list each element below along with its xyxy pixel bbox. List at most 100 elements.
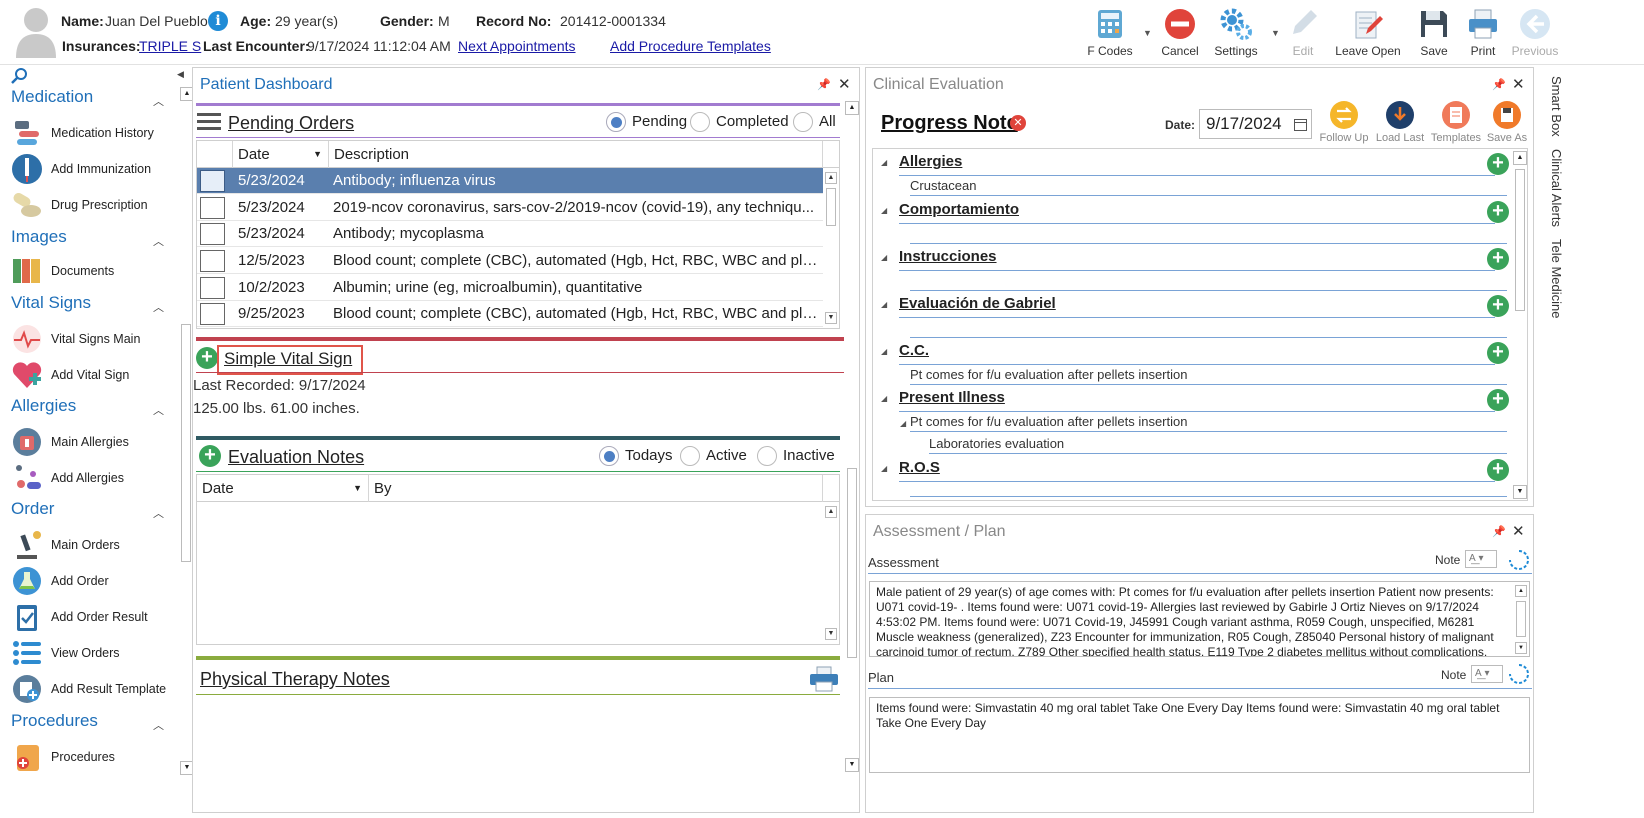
close-icon[interactable]: ✕ <box>838 75 851 93</box>
table-row[interactable]: 9/25/2023 Blood count; complete (CBC), a… <box>197 301 823 327</box>
nav-item-procedures[interactable]: Procedures <box>11 741 181 775</box>
scroll-up-arrow[interactable]: ▲ <box>825 172 837 184</box>
section-title[interactable]: Comportamiento <box>899 201 1019 218</box>
tree-scrollbar-thumb[interactable] <box>1515 169 1525 311</box>
pin-icon[interactable]: 📌 <box>817 78 831 91</box>
evaluation-notes-title[interactable]: Evaluation Notes <box>228 447 364 468</box>
nav-section-procedures[interactable]: Procedures <box>11 711 98 731</box>
close-icon[interactable]: ✕ <box>1512 75 1525 93</box>
tree-scroll-down-arrow[interactable]: ▼ <box>1513 485 1527 499</box>
pin-icon[interactable]: 📌 <box>1492 78 1506 91</box>
row-checkbox[interactable] <box>200 170 225 192</box>
expand-triangle-icon[interactable]: ◢ <box>881 464 887 473</box>
settings-button[interactable]: Settings <box>1203 4 1269 60</box>
assessment-scroll-up-arrow[interactable]: ▲ <box>1515 585 1527 597</box>
sort-caret-icon[interactable]: ▼ <box>353 475 362 502</box>
nav-item-documents[interactable]: Documents <box>11 255 181 289</box>
physical-therapy-title[interactable]: Physical Therapy Notes <box>200 669 390 690</box>
chevron-up-icon[interactable]: ︿ <box>153 402 164 418</box>
assessment-textarea[interactable]: Male patient of 29 year(s) of age comes … <box>869 581 1530 657</box>
nav-section-order[interactable]: Order <box>11 499 54 519</box>
add-section-item-button[interactable]: + <box>1487 389 1509 411</box>
row-checkbox[interactable] <box>200 303 225 325</box>
insurance-link[interactable]: TRIPLE S <box>139 38 201 54</box>
collapse-nav-icon[interactable]: ◀ <box>177 69 184 80</box>
chevron-up-icon[interactable]: ︿ <box>153 717 164 733</box>
nav-item-view-orders[interactable]: View Orders <box>11 637 181 671</box>
simple-vital-sign-title[interactable]: Simple Vital Sign <box>224 349 352 369</box>
scrollbar-thumb[interactable] <box>826 188 836 226</box>
nav-item-add-order[interactable]: Add Order <box>11 565 181 599</box>
nav-item-add-result-template[interactable]: Add Result Template <box>11 673 181 707</box>
calendar-icon[interactable] <box>1294 118 1307 131</box>
section-title[interactable]: C.C. <box>899 342 929 359</box>
grid-scrollbar[interactable]: ▲ ▼ <box>823 168 839 328</box>
add-section-item-button[interactable]: + <box>1487 342 1509 364</box>
fcodes-button[interactable]: F Codes <box>1077 4 1143 60</box>
row-checkbox[interactable] <box>200 223 225 245</box>
nav-section-vital-signs[interactable]: Vital Signs <box>11 293 91 313</box>
add-vital-sign-button[interactable]: + <box>196 347 218 369</box>
row-checkbox[interactable] <box>200 277 225 299</box>
pin-icon[interactable]: 📌 <box>1492 525 1506 538</box>
edit-button[interactable]: Edit <box>1270 4 1336 60</box>
previous-button[interactable]: Previous <box>1502 4 1568 60</box>
pending-orders-title[interactable]: Pending Orders <box>228 113 354 134</box>
date-column-header[interactable]: Date ▼ <box>197 475 369 502</box>
nav-item-drug-prescription[interactable]: Drug Prescription <box>11 189 181 223</box>
section-title[interactable]: R.O.S <box>899 459 940 476</box>
add-section-item-button[interactable]: + <box>1487 153 1509 175</box>
nav-item-add-allergies[interactable]: Add Allergies <box>11 462 181 496</box>
expand-triangle-icon[interactable]: ◢ <box>881 347 887 356</box>
plan-textarea[interactable]: Items found were: Simvastatin 40 mg oral… <box>869 697 1530 773</box>
add-evaluation-note-button[interactable]: + <box>199 445 221 467</box>
remove-note-icon[interactable]: ✕ <box>1010 115 1026 131</box>
table-row[interactable]: 5/23/2024 Antibody; mycoplasma <box>197 221 823 247</box>
dashboard-scroll-up-arrow[interactable]: ▲ <box>845 101 859 115</box>
description-column-header[interactable]: Description <box>329 141 823 168</box>
section-title[interactable]: Allergies <box>899 153 962 170</box>
progress-note-title[interactable]: Progress Note <box>881 112 1018 135</box>
tab-tele-medicine[interactable]: Tele Medicine <box>1549 239 1564 319</box>
scroll-down-arrow[interactable]: ▼ <box>825 628 837 640</box>
add-section-item-button[interactable]: + <box>1487 201 1509 223</box>
nav-item-add-vital-sign[interactable]: Add Vital Sign <box>11 359 181 393</box>
nav-item-vital-signs-main[interactable]: Vital Signs Main <box>11 323 181 357</box>
leave-open-button[interactable]: Leave Open <box>1335 4 1401 60</box>
chevron-up-icon[interactable]: ︿ <box>153 93 164 109</box>
close-icon[interactable]: ✕ <box>1512 522 1525 540</box>
search-icon[interactable] <box>11 67 29 85</box>
plan-format-dropdown[interactable]: A͟ ▾ <box>1471 665 1503 683</box>
info-icon[interactable]: i <box>208 11 228 31</box>
nav-item-add-order-result[interactable]: Add Order Result <box>11 601 181 635</box>
chevron-up-icon[interactable]: ︿ <box>153 299 164 315</box>
note-format-dropdown[interactable]: A͟ ▾ <box>1465 550 1497 568</box>
next-appointments-link[interactable]: Next Appointments <box>458 38 576 54</box>
scroll-up-arrow[interactable]: ▲ <box>825 506 837 518</box>
row-checkbox[interactable] <box>200 250 225 272</box>
sort-caret-icon[interactable]: ▼ <box>313 141 322 168</box>
grid-scrollbar[interactable]: ▲ ▼ <box>823 502 839 644</box>
save-as-button[interactable]: Save As <box>1477 100 1537 144</box>
follow-up-button[interactable]: Follow Up <box>1314 100 1374 144</box>
nav-item-add-immunization[interactable]: Add Immunization <box>11 153 181 187</box>
expand-triangle-icon[interactable]: ◢ <box>881 158 887 167</box>
date-field[interactable]: 9/17/2024 <box>1199 109 1312 139</box>
chevron-up-icon[interactable]: ︿ <box>153 505 164 521</box>
expand-triangle-icon[interactable]: ◢ <box>881 394 887 403</box>
refresh-icon[interactable] <box>1508 663 1530 685</box>
by-column-header[interactable]: By <box>369 475 823 502</box>
hamburger-menu-icon[interactable] <box>197 112 221 132</box>
expand-triangle-icon[interactable]: ◢ <box>881 253 887 262</box>
add-section-item-button[interactable]: + <box>1487 459 1509 481</box>
refresh-icon[interactable] <box>1508 549 1530 571</box>
printer-icon[interactable] <box>809 666 839 692</box>
nav-item-main-orders[interactable]: Main Orders <box>11 529 181 563</box>
section-title[interactable]: Present Illness <box>899 389 1005 406</box>
add-section-item-button[interactable]: + <box>1487 295 1509 317</box>
add-procedure-templates-link[interactable]: Add Procedure Templates <box>610 38 771 54</box>
assessment-scrollbar-thumb[interactable] <box>1516 601 1526 637</box>
expand-triangle-icon[interactable]: ◢ <box>881 206 887 215</box>
assessment-scroll-down-arrow[interactable]: ▼ <box>1515 642 1527 654</box>
table-row[interactable]: 5/23/2024 2019-ncov coronavirus, sars-co… <box>197 195 823 221</box>
